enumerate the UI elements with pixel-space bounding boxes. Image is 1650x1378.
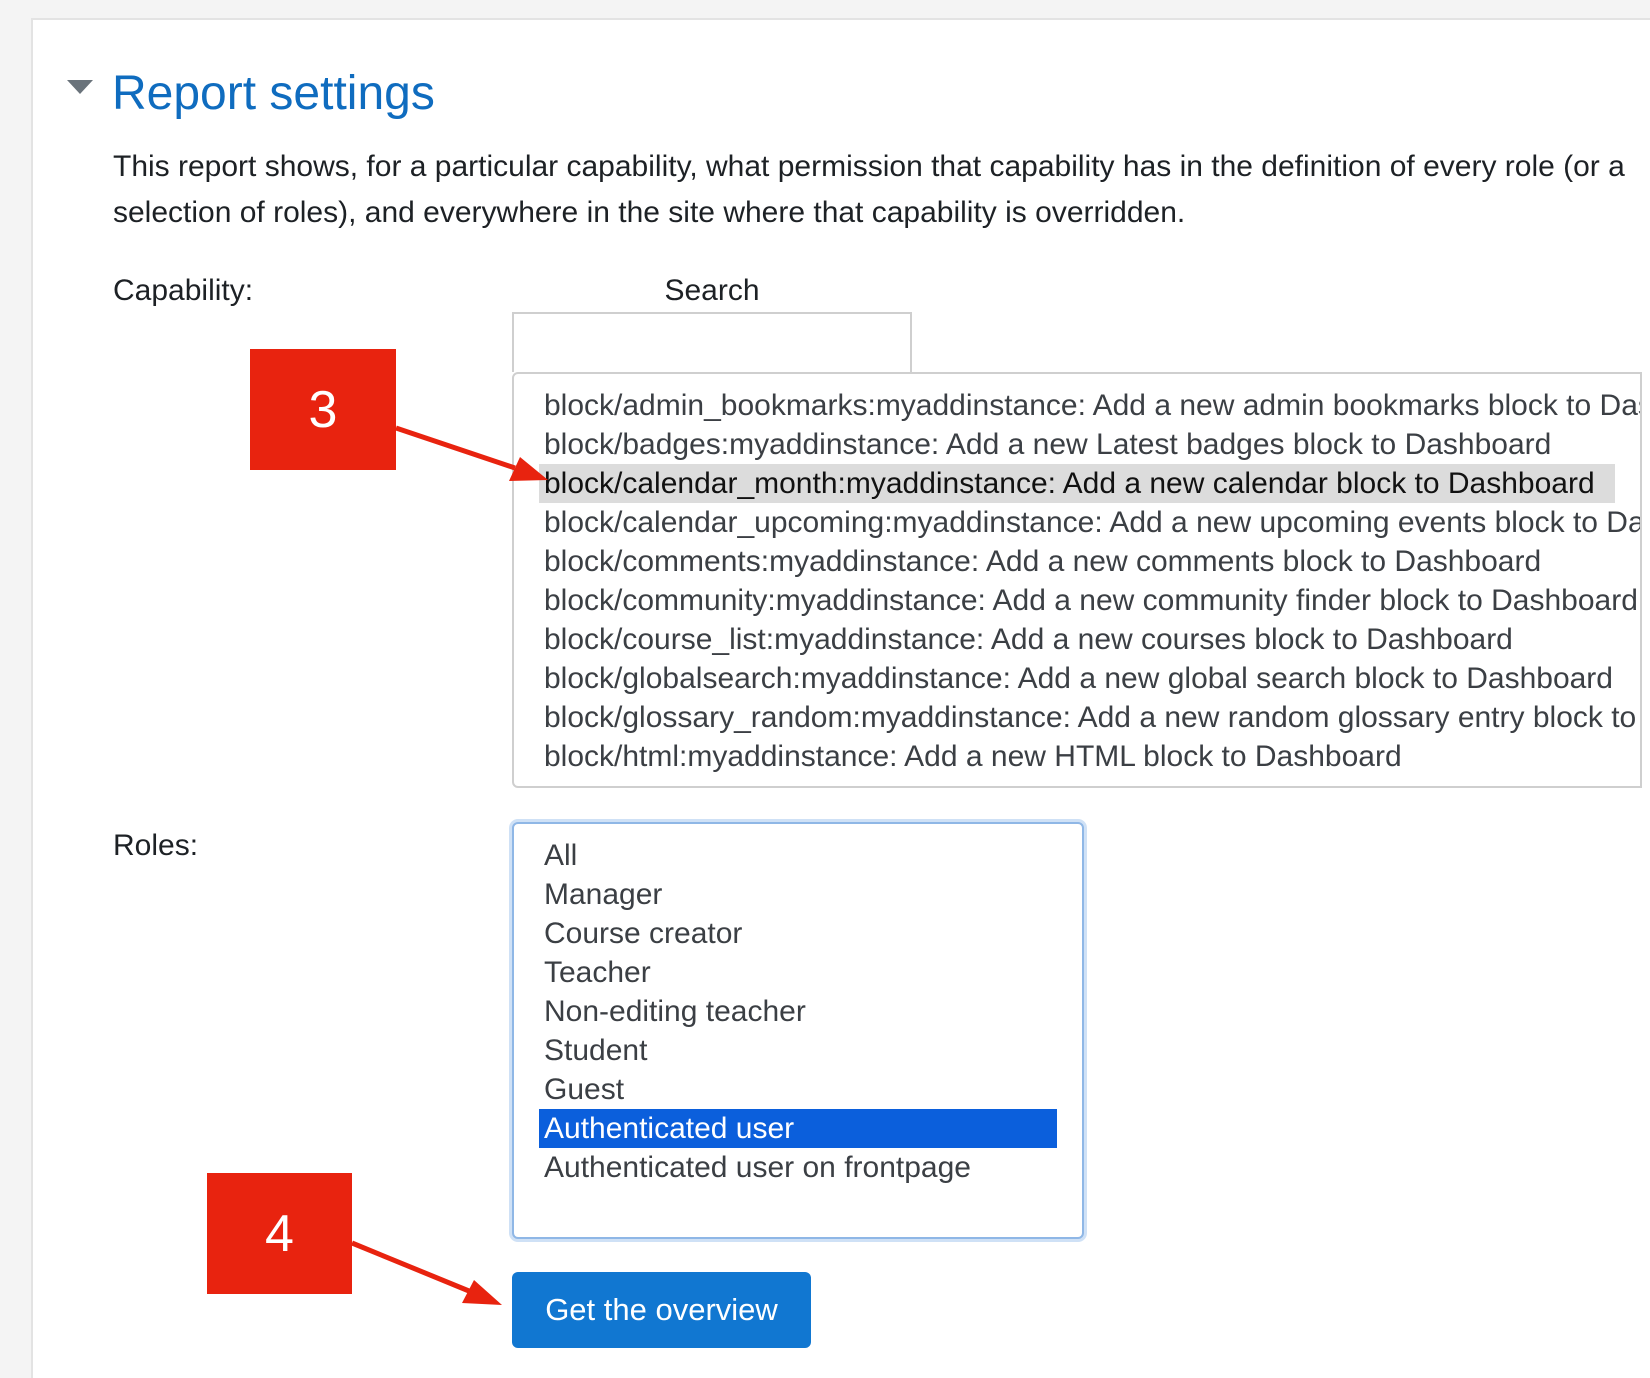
arrow-step-4 xyxy=(351,1240,470,1294)
callout-arrows xyxy=(351,425,548,1305)
arrow-head-step-3-icon xyxy=(509,457,548,481)
arrow-head-step-4-icon xyxy=(462,1280,502,1305)
arrow-step-3 xyxy=(395,425,516,471)
